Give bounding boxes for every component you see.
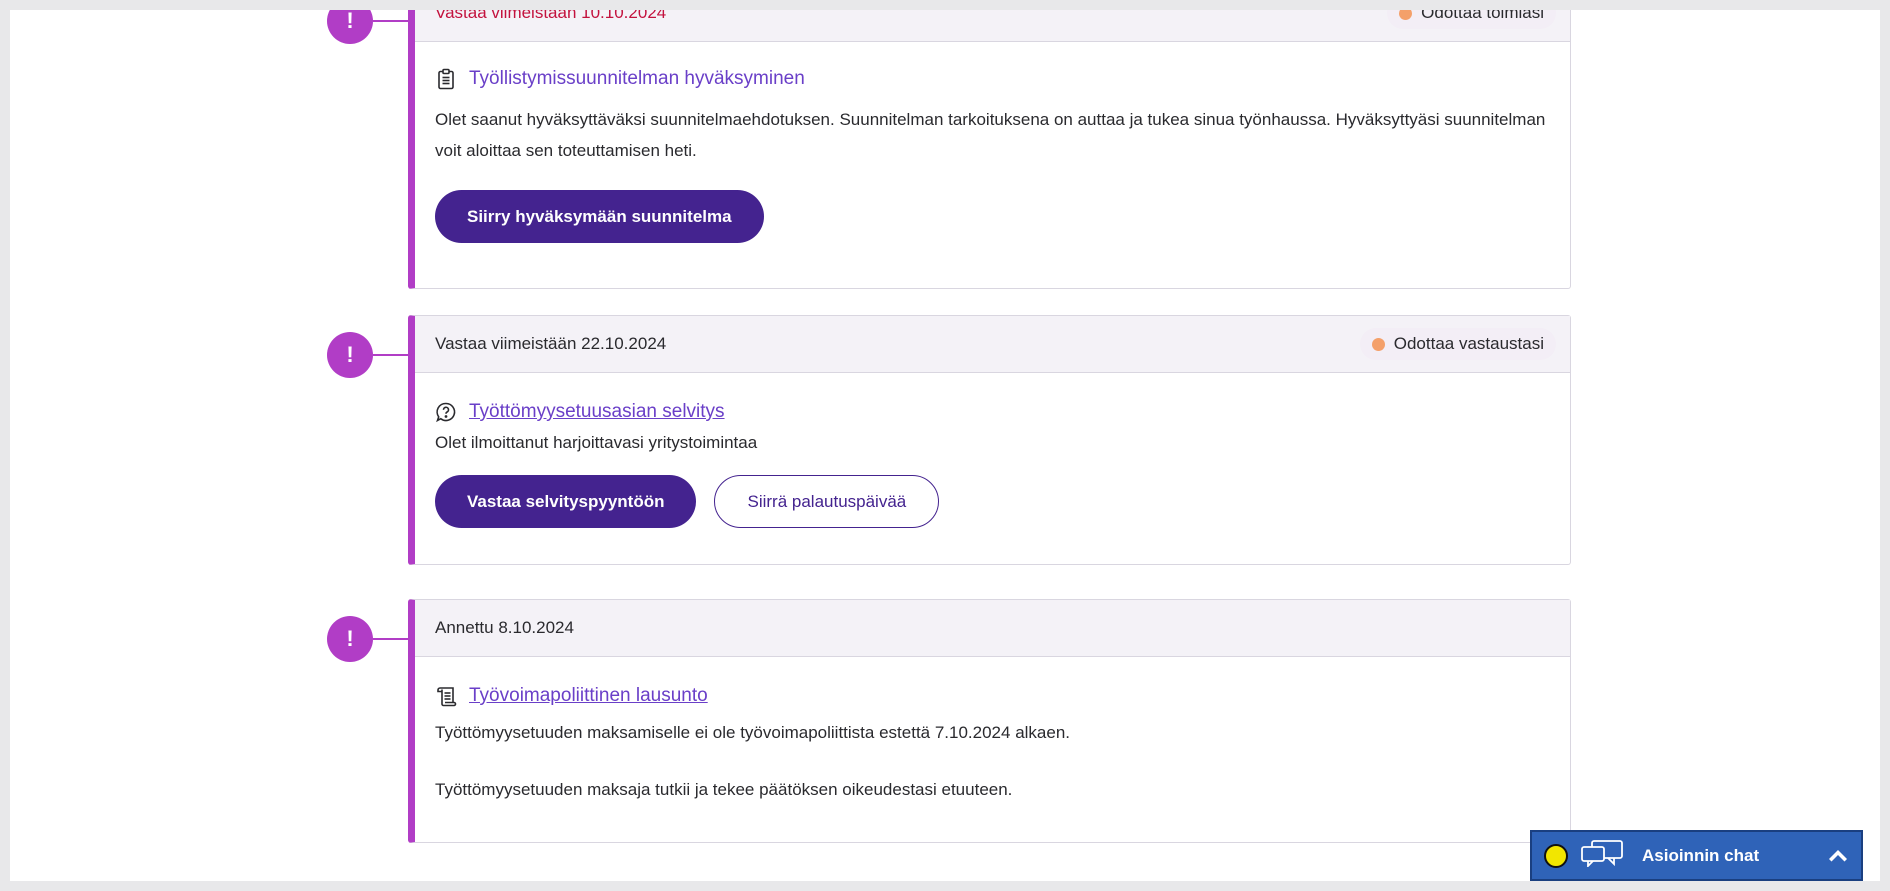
deadline-text: Vastaa viimeistään 22.10.2024 — [435, 334, 667, 353]
approve-plan-button[interactable]: Siirry hyväksymään suunnitelma — [435, 190, 764, 243]
chat-bar[interactable]: Asioinnin chat — [1530, 830, 1863, 881]
card-description: Työttömyysetuuden maksaja tutkii ja teke… — [435, 780, 1013, 799]
card-title-row: Työvoimapoliittinen lausunto — [435, 685, 1550, 707]
card-description: Olet saanut hyväksyttäväksi suunnitelmae… — [435, 110, 1546, 160]
chat-bubbles-icon — [1580, 839, 1624, 872]
question-bubble-icon — [435, 401, 457, 423]
status-label: Odottaa vastaustasi — [1393, 334, 1544, 353]
status-label: Odottaa toimiasi — [1421, 10, 1544, 22]
card-description: Työttömyysetuuden maksamiselle ei ole ty… — [435, 723, 1071, 742]
card-title-link[interactable]: Työttömyysetuusasian selvitys — [469, 401, 725, 423]
timeline-connector — [373, 20, 409, 22]
chevron-up-icon[interactable] — [1827, 845, 1849, 867]
card-header: Vastaa viimeistään 10.10.2024 Odottaa to… — [415, 10, 1570, 42]
card-description: Olet ilmoittanut harjoittavasi yritystoi… — [435, 433, 758, 452]
card-actions: Siirry hyväksymään suunnitelma — [435, 190, 1550, 243]
page: ! Vastaa viimeistään 10.10.2024 Odottaa … — [10, 10, 1880, 881]
card-title-link[interactable]: Työllistymissuunnitelman hyväksyminen — [469, 68, 805, 90]
card-actions: Vastaa selvityspyyntöön Siirrä palautusp… — [435, 475, 1550, 528]
postpone-return-date-button[interactable]: Siirrä palautuspäivää — [714, 475, 940, 528]
task-card-benefit-inquiry: Vastaa viimeistään 22.10.2024 Odottaa va… — [408, 315, 1571, 565]
status-badge: Odottaa vastaustasi — [1359, 328, 1556, 360]
card-header: Vastaa viimeistään 22.10.2024 Odottaa va… — [415, 316, 1570, 373]
task-card-plan-approval: Vastaa viimeistään 10.10.2024 Odottaa to… — [408, 10, 1571, 289]
timeline-connector — [373, 638, 409, 640]
card-header: Annettu 8.10.2024 — [415, 600, 1570, 657]
answer-inquiry-button[interactable]: Vastaa selvityspyyntöön — [435, 475, 697, 528]
issued-date-text: Annettu 8.10.2024 — [435, 618, 574, 637]
alert-marker-icon: ! — [327, 616, 373, 662]
alert-marker-icon: ! — [327, 332, 373, 378]
task-timeline: ! Vastaa viimeistään 10.10.2024 Odottaa … — [10, 10, 1880, 881]
timeline-connector — [373, 354, 409, 356]
card-body: Työvoimapoliittinen lausunto Työttömyyse… — [415, 657, 1570, 831]
card-title-row: Työttömyysetuusasian selvitys — [435, 401, 1550, 423]
clipboard-icon — [435, 68, 457, 90]
deadline-text: Vastaa viimeistään 10.10.2024 — [435, 10, 667, 22]
status-dot-icon — [1399, 10, 1413, 20]
card-title-link[interactable]: Työvoimapoliittinen lausunto — [469, 685, 708, 707]
alert-marker-icon: ! — [327, 10, 373, 44]
status-badge: Odottaa toimiasi — [1387, 10, 1556, 29]
chat-indicator-icon — [1544, 843, 1568, 868]
card-body: Työttömyysetuusasian selvitys Olet ilmoi… — [415, 373, 1570, 554]
chat-label: Asioinnin chat — [1642, 845, 1760, 865]
task-card-labour-policy-statement: Annettu 8.10.2024 Työvoimapoliittinen la… — [408, 599, 1571, 843]
scroll-icon — [435, 685, 457, 707]
status-dot-icon — [1371, 337, 1385, 351]
card-title-row: Työllistymissuunnitelman hyväksyminen — [435, 68, 1550, 90]
card-body: Työllistymissuunnitelman hyväksyminen Ol… — [415, 42, 1570, 269]
